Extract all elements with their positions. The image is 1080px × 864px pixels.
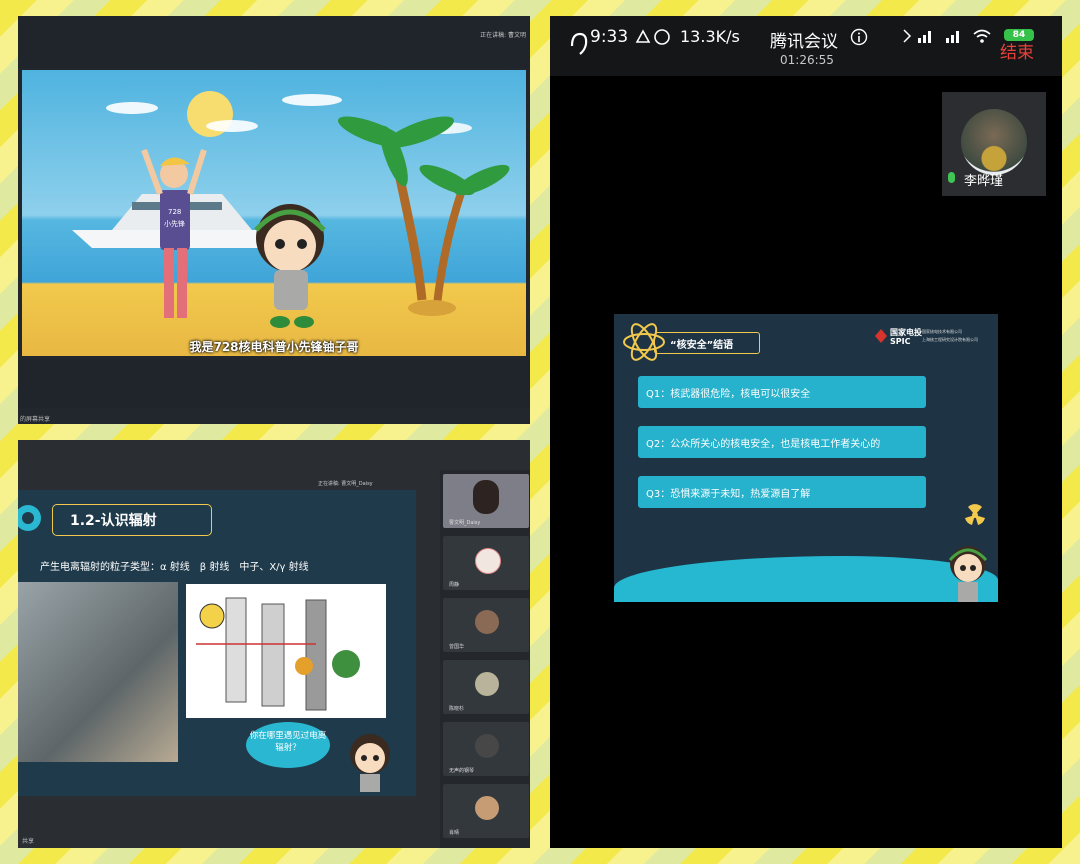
question-text: Q2：公众所关心的核电安全，也是核电工作者关心的 (646, 439, 881, 450)
cartoon-video-frame[interactable]: 728 小先锋 我是728核电科普小先锋铀子哥 (22, 70, 526, 356)
beach-scene-illustration: 728 小先锋 (72, 91, 510, 328)
participant-name: 无声的钢琴 (449, 768, 475, 774)
screen-share-label: 的屏幕共享 (20, 416, 51, 423)
participant-name: 肖晴 (449, 830, 460, 836)
participant-tile[interactable]: 肖晴 (443, 784, 529, 838)
speech-bubble: 你在哪里遇见过电离辐射？ (246, 722, 330, 768)
kid-mascot (350, 734, 390, 792)
clock-time: 9:33 (590, 27, 629, 47)
avatar (475, 548, 501, 574)
video-bottom-bar (18, 360, 530, 408)
slide-title: 1.2-认识辐射 (70, 513, 157, 529)
avatar (475, 672, 499, 696)
rocket-icon (18, 505, 41, 531)
company-subtitle: 国家核电技术有限公司 上海核工程研究设计院有限公司 (922, 329, 978, 342)
video-top-bar: 正在讲稿: 曹文明 (18, 16, 530, 68)
meeting-elapsed-time: 01:26:55 (780, 53, 834, 67)
share-status: 正在讲稿: 曹文明 (480, 32, 526, 39)
participant-tile[interactable]: 周静 (443, 536, 529, 590)
svg-text:小先锋: 小先锋 (164, 219, 185, 228)
video-share-panel: 正在讲稿: 曹文明 728 小先锋 我是728核电科普小先锋铀子哥 的屏幕共享 (18, 16, 530, 424)
avatar (475, 796, 499, 820)
radiation-icon (965, 504, 985, 525)
question-text: Q1：核武器很危险，核电可以很安全 (646, 389, 811, 400)
dnd-alarm-icon (635, 29, 670, 45)
meeting-status-bar: 9:33 13.3K/s 腾讯会议 01:26:55 84 结束 (550, 16, 1062, 76)
reactor-door-photo (18, 582, 178, 762)
participant-name: 曹文明_Daisy (449, 520, 481, 526)
mic-icon (948, 172, 955, 183)
question-card: Q3：恐惧来源于未知，热爱源自了解 (638, 476, 926, 508)
self-video-tile[interactable]: 李晔瑾 (942, 92, 1046, 196)
kid-mascot (948, 546, 988, 602)
radiation-shielding-illustration (186, 584, 386, 718)
network-speed: 13.3K/s (680, 27, 740, 46)
question-text: Q3：恐惧来源于未知，热爱源自了解 (646, 489, 811, 500)
end-meeting-button[interactable]: 结束 (1000, 38, 1034, 63)
participant-video (473, 480, 499, 514)
svg-text:728: 728 (168, 208, 181, 216)
video-subtitle: 我是728核电科普小先锋铀子哥 (189, 340, 359, 354)
meeting-app-title: 腾讯会议 (770, 32, 838, 52)
screen-share-label: 共享 (22, 838, 35, 845)
earpiece-icon[interactable] (568, 32, 588, 58)
shared-slide[interactable]: 1.2-认识辐射 产生电离辐射的粒子类型：α 射线 β 射线 中子、X/γ 射线… (18, 490, 416, 796)
particle-types-text: 产生电离辐射的粒子类型：α 射线 β 射线 中子、X/γ 射线 (40, 562, 309, 573)
shared-slide[interactable]: “核安全”结语 国家电投 SPIC 国家核电技术有限公司 上海核工程研究设计院有限公… (614, 314, 998, 602)
participant-name: 陈晓杉 (449, 706, 465, 712)
participant-tile[interactable]: 无声的钢琴 (443, 722, 529, 776)
avatar (961, 109, 1027, 175)
slide-share-panel: 正在讲稿: 曹文明_Daisy 1.2-认识辐射 产生电离辐射的粒子类型：α 射… (18, 440, 530, 848)
question-card: Q2：公众所关心的核电安全，也是核电工作者关心的 (638, 426, 926, 458)
signal-wifi-icons (903, 29, 991, 43)
avatar (475, 610, 499, 634)
company-logo: 国家电投 SPIC (890, 328, 922, 346)
participant-name: 曾国华 (449, 644, 465, 650)
info-icon[interactable] (850, 28, 868, 46)
avatar (475, 734, 499, 758)
phone-meeting-screen: 9:33 13.3K/s 腾讯会议 01:26:55 84 结束 李晔瑾 “核安… (550, 16, 1062, 848)
participant-tile[interactable]: 曹文明_Daisy (443, 474, 529, 528)
share-status: 正在讲稿: 曹文明_Daisy (318, 481, 373, 487)
question-card: Q1：核武器很危险，核电可以很安全 (638, 376, 926, 408)
participant-list: 曹文明_Daisy 周静 曾国华 陈晓杉 无声的钢琴 肖晴 (440, 470, 530, 848)
participant-tile[interactable]: 陈晓杉 (443, 660, 529, 714)
slide-title: “核安全”结语 (670, 340, 734, 351)
participant-tile[interactable]: 曾国华 (443, 598, 529, 652)
spic-logo-icon (875, 329, 887, 343)
self-name: 李晔瑾 (964, 174, 1004, 189)
participant-name: 周静 (449, 582, 460, 588)
